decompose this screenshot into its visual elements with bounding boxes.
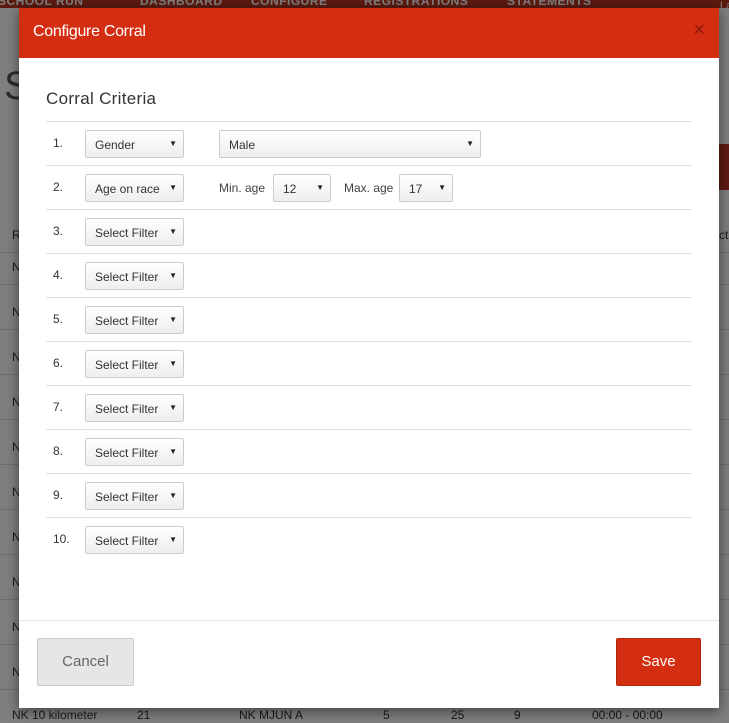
max-age-label: Max. age: [344, 181, 394, 195]
filter-select-2[interactable]: Age on race ▼: [85, 174, 184, 202]
dropdown-arrow-icon: ▼: [466, 139, 474, 148]
filter-select-1[interactable]: Gender ▼: [85, 130, 184, 158]
row-number: 9.: [53, 488, 64, 502]
dropdown-arrow-icon: ▼: [169, 359, 177, 368]
criteria-row-3: 3. Select Filter ▼: [46, 209, 692, 253]
criteria-row-8: 8. Select Filter ▼: [46, 429, 692, 473]
filter-select-value: Gender: [95, 138, 136, 152]
max-age-value: 17: [409, 182, 423, 196]
filter-select-6[interactable]: Select Filter ▼: [85, 350, 184, 378]
row-number: 5.: [53, 312, 64, 326]
gender-value: Male: [229, 138, 256, 152]
dropdown-arrow-icon: ▼: [169, 227, 177, 236]
criteria-row-9: 9. Select Filter ▼: [46, 473, 692, 517]
gender-value-select[interactable]: Male ▼: [219, 130, 481, 158]
modal-title: Configure Corral: [33, 23, 146, 40]
max-age-select[interactable]: 17 ▼: [399, 174, 453, 202]
filter-select-value: Age on race: [95, 182, 160, 196]
row-number: 3.: [53, 224, 64, 238]
criteria-row-1: 1. Gender ▼ Male ▼: [46, 121, 692, 165]
row-number: 7.: [53, 400, 64, 414]
row-number: 10.: [53, 532, 70, 546]
dropdown-arrow-icon: ▼: [169, 535, 177, 544]
criteria-row-2: 2. Age on race ▼ Min. age 12 ▼ Max. age …: [46, 165, 692, 209]
modal-header: Configure Corral ×: [19, 8, 719, 58]
configure-corral-modal: Configure Corral × Corral Criteria 1. Ge…: [19, 8, 719, 708]
dropdown-arrow-icon: ▼: [169, 139, 177, 148]
criteria-list: 1. Gender ▼ Male ▼ 2. Age on race ▼ Min.…: [46, 121, 692, 561]
row-number: 4.: [53, 268, 64, 282]
cancel-button[interactable]: Cancel: [37, 638, 134, 686]
dropdown-arrow-icon: ▼: [169, 403, 177, 412]
filter-select-8[interactable]: Select Filter ▼: [85, 438, 184, 466]
row-number: 8.: [53, 444, 64, 458]
criteria-row-5: 5. Select Filter ▼: [46, 297, 692, 341]
min-age-label: Min. age: [219, 181, 266, 195]
dropdown-arrow-icon: ▼: [438, 183, 446, 192]
filter-select-7[interactable]: Select Filter ▼: [85, 394, 184, 422]
filter-select-value: Select Filter: [95, 226, 159, 240]
criteria-row-10: 10. Select Filter ▼: [46, 517, 692, 561]
min-age-value: 12: [283, 182, 297, 196]
filter-select-10[interactable]: Select Filter ▼: [85, 526, 184, 554]
dropdown-arrow-icon: ▼: [316, 183, 324, 192]
close-icon[interactable]: ×: [693, 20, 705, 40]
filter-select-value: Select Filter: [95, 490, 159, 504]
dropdown-arrow-icon: ▼: [169, 447, 177, 456]
min-age-select[interactable]: 12 ▼: [273, 174, 331, 202]
filter-select-value: Select Filter: [95, 270, 159, 284]
filter-select-value: Select Filter: [95, 446, 159, 460]
row-number: 6.: [53, 356, 64, 370]
filter-select-4[interactable]: Select Filter ▼: [85, 262, 184, 290]
dropdown-arrow-icon: ▼: [169, 315, 177, 324]
save-button[interactable]: Save: [616, 638, 701, 686]
filter-select-value: Select Filter: [95, 314, 159, 328]
criteria-row-7: 7. Select Filter ▼: [46, 385, 692, 429]
filter-select-value: Select Filter: [95, 402, 159, 416]
filter-select-9[interactable]: Select Filter ▼: [85, 482, 184, 510]
criteria-row-6: 6. Select Filter ▼: [46, 341, 692, 385]
criteria-row-4: 4. Select Filter ▼: [46, 253, 692, 297]
filter-select-value: Select Filter: [95, 534, 159, 548]
filter-select-5[interactable]: Select Filter ▼: [85, 306, 184, 334]
row-number: 2.: [53, 180, 64, 194]
filter-select-3[interactable]: Select Filter ▼: [85, 218, 184, 246]
dropdown-arrow-icon: ▼: [169, 491, 177, 500]
dropdown-arrow-icon: ▼: [169, 183, 177, 192]
dropdown-arrow-icon: ▼: [169, 271, 177, 280]
filter-select-value: Select Filter: [95, 358, 159, 372]
footer-divider: [19, 620, 719, 621]
row-number: 1.: [53, 136, 64, 150]
section-title: Corral Criteria: [46, 89, 157, 108]
